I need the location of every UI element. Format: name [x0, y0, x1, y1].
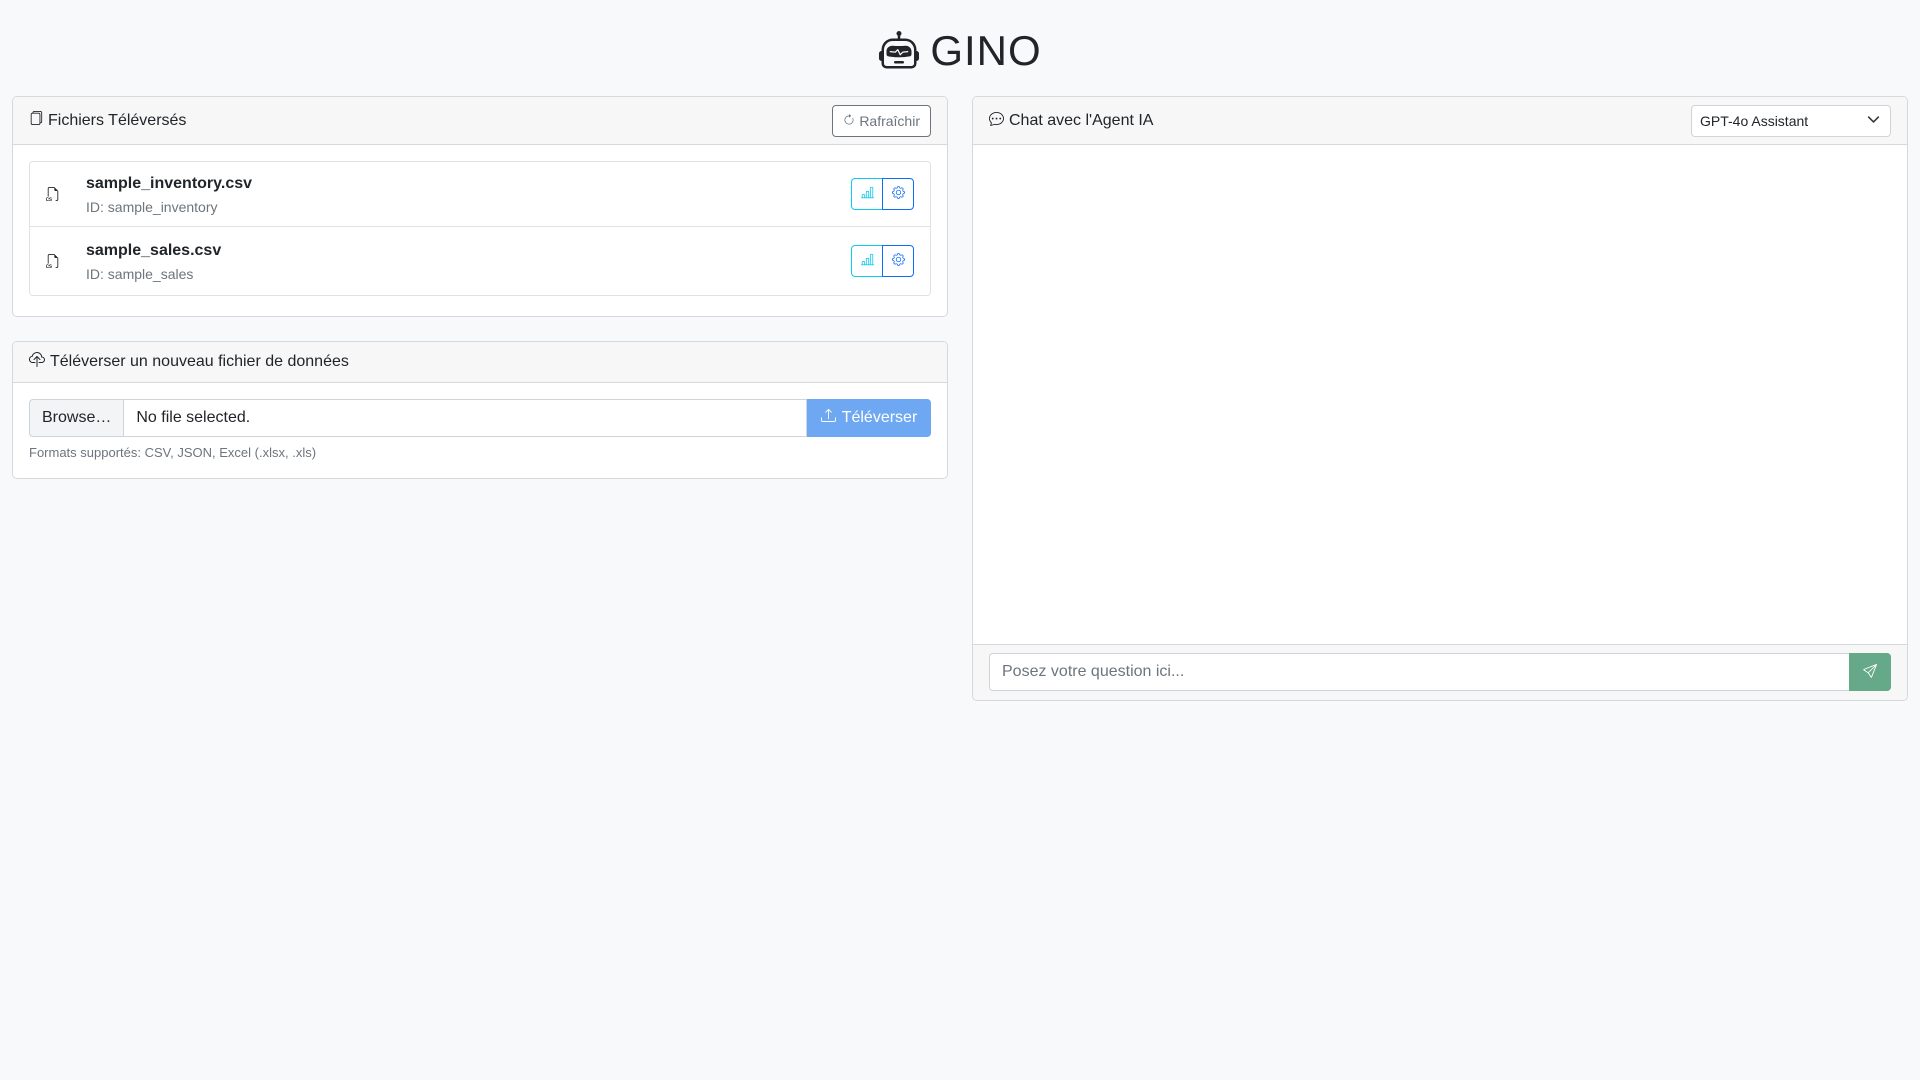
file-name: sample_sales.csv: [86, 241, 222, 259]
app-title: GINO: [930, 27, 1042, 74]
chat-panel-title-text: Chat avec l'Agent IA: [1009, 111, 1154, 129]
file-id: ID: sample_inventory: [86, 198, 218, 215]
file-settings-button[interactable]: [882, 245, 914, 277]
file-input-group: Browse… No file selected. Téléverser: [29, 399, 931, 437]
file-name: sample_inventory.csv: [86, 174, 253, 192]
file-info: sample_inventory.csv ID: sample_inventor…: [86, 174, 851, 215]
chat-messages-area[interactable]: [973, 145, 1907, 645]
csv-file-icon: [46, 186, 70, 202]
robot-icon: [878, 30, 920, 72]
file-id: ID: sample_sales: [86, 265, 194, 282]
model-select-value: GPT-4o Assistant: [1700, 112, 1809, 129]
upload-panel: Téléverser un nouveau fichier de données…: [12, 341, 948, 479]
chat-question-input[interactable]: [989, 653, 1849, 691]
csv-file-icon: [46, 253, 70, 269]
upload-form: Browse… No file selected. Téléverser For…: [13, 383, 947, 476]
upload-icon: [820, 408, 836, 428]
file-list-item[interactable]: sample_inventory.csv ID: sample_inventor…: [29, 161, 931, 227]
analyze-file-button[interactable]: [851, 178, 883, 210]
file-list: sample_inventory.csv ID: sample_inventor…: [13, 145, 947, 312]
chat-input-group: [973, 645, 1907, 700]
upload-panel-header: Téléverser un nouveau fichier de données: [13, 342, 947, 383]
refresh-button[interactable]: Rafraîchir: [832, 104, 931, 137]
uploaded-files-title: Fichiers Téléversés: [29, 111, 186, 130]
files-icon: [29, 111, 43, 130]
send-icon: [1863, 663, 1878, 681]
file-actions: [851, 245, 914, 277]
file-list-item[interactable]: sample_sales.csv ID: sample_sales: [29, 227, 931, 296]
uploaded-files-header: Fichiers Téléversés Rafraîchir: [13, 97, 947, 145]
send-button[interactable]: [1849, 653, 1891, 691]
app-header: GINO: [0, 26, 1920, 76]
analyze-file-button[interactable]: [851, 245, 883, 277]
cloud-upload-icon: [29, 351, 45, 373]
chat-panel-header: Chat avec l'Agent IA GPT-4o Assistant: [973, 97, 1907, 145]
uploaded-files-title-text: Fichiers Téléversés: [48, 111, 187, 129]
upload-button-label: Téléverser: [841, 409, 918, 426]
file-settings-button[interactable]: [882, 178, 914, 210]
gear-icon: [891, 253, 905, 269]
browse-button[interactable]: Browse…: [29, 399, 124, 437]
upload-button[interactable]: Téléverser: [807, 399, 931, 437]
chat-panel-title: Chat avec l'Agent IA: [989, 111, 1153, 131]
model-select[interactable]: GPT-4o Assistant: [1691, 104, 1891, 137]
file-info: sample_sales.csv ID: sample_sales: [86, 241, 851, 282]
refresh-button-label: Rafraîchir: [859, 112, 920, 129]
bar-chart-icon: [860, 253, 874, 269]
upload-panel-title-text: Téléverser un nouveau fichier de données: [50, 353, 349, 370]
supported-formats-text: Formats supportés: CSV, JSON, Excel (.xl…: [29, 445, 317, 460]
uploaded-files-panel: Fichiers Téléversés Rafraîchir sample_in…: [12, 96, 948, 317]
chevron-down-icon: [1867, 113, 1880, 129]
refresh-icon: [843, 113, 855, 129]
chat-dots-icon: [989, 111, 1004, 131]
file-actions: [851, 178, 914, 210]
chat-panel: Chat avec l'Agent IA GPT-4o Assistant: [972, 96, 1908, 701]
upload-panel-title: Téléverser un nouveau fichier de données: [29, 351, 349, 373]
gear-icon: [891, 186, 905, 202]
bar-chart-icon: [860, 186, 874, 202]
selected-file-display[interactable]: No file selected.: [123, 399, 807, 437]
